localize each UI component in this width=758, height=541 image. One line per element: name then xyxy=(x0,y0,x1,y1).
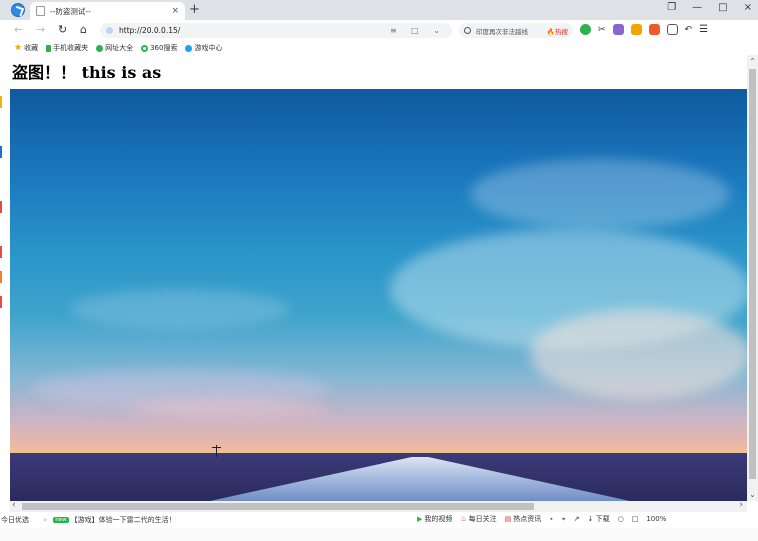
vertical-scrollbar[interactable]: ⌃ ⌄ xyxy=(747,55,758,501)
bookmark-mobile-favorites[interactable]: 手机收藏夹 xyxy=(46,43,88,53)
translate-icon[interactable] xyxy=(612,24,624,35)
sparkle-icon[interactable]: ⋆ xyxy=(549,515,553,523)
window-controls: ❐ — □ × xyxy=(667,2,752,13)
page-heading: 盗图！！ this is as xyxy=(12,63,162,82)
bookmarks-bar: ★ 收藏 手机收藏夹 网址大全 360搜索 游戏中心 xyxy=(0,41,758,55)
play-icon: ▶ xyxy=(417,515,423,523)
target-icon[interactable]: ⌖ xyxy=(562,515,566,524)
address-bar[interactable]: http://20.0.0.15/ ≡ □ ⌄ xyxy=(100,23,452,38)
site-info-icon[interactable] xyxy=(106,27,113,34)
new-tab-button[interactable]: + xyxy=(189,3,200,16)
horizontal-scrollbar[interactable]: ‹ › xyxy=(10,500,747,512)
window-icon[interactable]: □ xyxy=(632,515,639,523)
horizontal-scroll-thumb[interactable] xyxy=(22,503,534,510)
scroll-up-icon[interactable]: ⌃ xyxy=(747,57,758,66)
my-videos-link[interactable]: ▶ 我的视频 xyxy=(417,514,452,524)
tab-close-icon[interactable]: × xyxy=(171,6,179,16)
minimize-button[interactable]: — xyxy=(692,2,702,13)
status-bar: 今日优选 » new 【游戏】体验一下雷二代的生活！ ▶ 我的视频 ♨ 每日关注 ▤… xyxy=(0,512,758,528)
vertical-scroll-thumb[interactable] xyxy=(749,69,756,479)
bookmark-favorites[interactable]: ★ 收藏 xyxy=(14,43,38,53)
star-icon: ★ xyxy=(14,43,23,53)
tab-bar: --防盗测试-- × + ❐ — □ × xyxy=(0,0,758,20)
wechat-icon[interactable] xyxy=(580,24,591,35)
close-window-button[interactable]: × xyxy=(744,2,752,13)
circle-icon[interactable]: ○ xyxy=(618,515,624,523)
search-box[interactable]: 印度再次非法越线 🔥热搜 xyxy=(459,23,573,38)
skin-button[interactable]: ❐ xyxy=(667,2,676,13)
game-controller-icon[interactable] xyxy=(648,24,660,35)
search-icon xyxy=(464,27,471,34)
new-badge: new xyxy=(53,517,69,523)
home-button[interactable]: ⌂ xyxy=(80,23,87,37)
bookmark-game-center[interactable]: 游戏中心 xyxy=(185,43,222,53)
news-icon: ▤ xyxy=(504,515,512,523)
landscape-image xyxy=(10,89,747,501)
news-ticker[interactable]: new 【游戏】体验一下雷二代的生活！ xyxy=(53,515,176,525)
shield-icon[interactable] xyxy=(630,24,642,35)
hot-news-link[interactable]: ▤ 热点资讯 xyxy=(505,514,542,524)
browser-logo-icon[interactable] xyxy=(11,3,25,17)
scroll-left-icon[interactable]: ‹ xyxy=(12,500,16,510)
download-button[interactable]: ↓ 下载 xyxy=(588,514,610,524)
back-button[interactable]: ← xyxy=(14,23,23,37)
bookmark-web-directory[interactable]: 网址大全 xyxy=(96,43,133,53)
left-color-strip xyxy=(0,36,3,516)
bottom-band xyxy=(0,528,758,541)
status-bar-tools: ▶ 我的视频 ♨ 每日关注 ▤ 热点资讯 ⋆ ⌖ ↗ ↓ 下载 ○ □ 100% xyxy=(417,514,666,524)
bookmark-360-search[interactable]: 360搜索 xyxy=(141,43,177,53)
menu-icon[interactable]: ☰ xyxy=(699,24,708,35)
search-360-icon xyxy=(141,44,149,52)
undo-icon[interactable]: ↶ xyxy=(685,25,693,35)
maximize-button[interactable]: □ xyxy=(718,2,727,13)
separator-icon: » xyxy=(43,516,48,524)
tab-active[interactable]: --防盗测试-- × xyxy=(30,2,185,20)
globe-icon xyxy=(96,44,104,52)
phone-icon xyxy=(46,44,52,52)
search-placeholder[interactable]: 印度再次非法越线 xyxy=(476,26,528,36)
zoom-level[interactable]: 100% xyxy=(646,515,666,523)
url-text[interactable]: http://20.0.0.15/ xyxy=(119,26,390,35)
scroll-right-icon[interactable]: › xyxy=(739,500,743,510)
news-ticker-text[interactable]: 【游戏】体验一下雷二代的生活！ xyxy=(71,515,176,525)
scissors-icon[interactable]: ✂ xyxy=(598,25,606,35)
navigation-toolbar: ← → ↻ ⌂ http://20.0.0.15/ ≡ □ ⌄ 印度再次非法越线… xyxy=(0,20,758,41)
forward-button[interactable]: → xyxy=(36,23,45,37)
page-viewport: 盗图！！ this is as xyxy=(10,55,747,501)
page-favicon-icon xyxy=(36,6,45,16)
extension-icons: ✂ ↶ ☰ xyxy=(580,24,708,35)
flame-icon: ♨ xyxy=(460,515,467,523)
grid-icon[interactable] xyxy=(666,24,678,35)
share-icon[interactable]: ↗ xyxy=(574,515,580,523)
daily-follow-link[interactable]: ♨ 每日关注 xyxy=(460,514,496,524)
address-bar-actions[interactable]: ≡ □ ⌄ xyxy=(390,26,446,35)
browser-window: --防盗测试-- × + ❐ — □ × ← → ↻ ⌂ http://20.0… xyxy=(0,0,758,541)
reload-button[interactable]: ↻ xyxy=(58,23,67,37)
scroll-down-icon[interactable]: ⌄ xyxy=(747,490,758,499)
daily-picks-link[interactable]: 今日优选 xyxy=(1,515,29,525)
game-icon xyxy=(185,44,193,52)
hot-search-link[interactable]: 🔥热搜 xyxy=(547,26,568,36)
tab-title: --防盗测试-- xyxy=(50,6,91,16)
